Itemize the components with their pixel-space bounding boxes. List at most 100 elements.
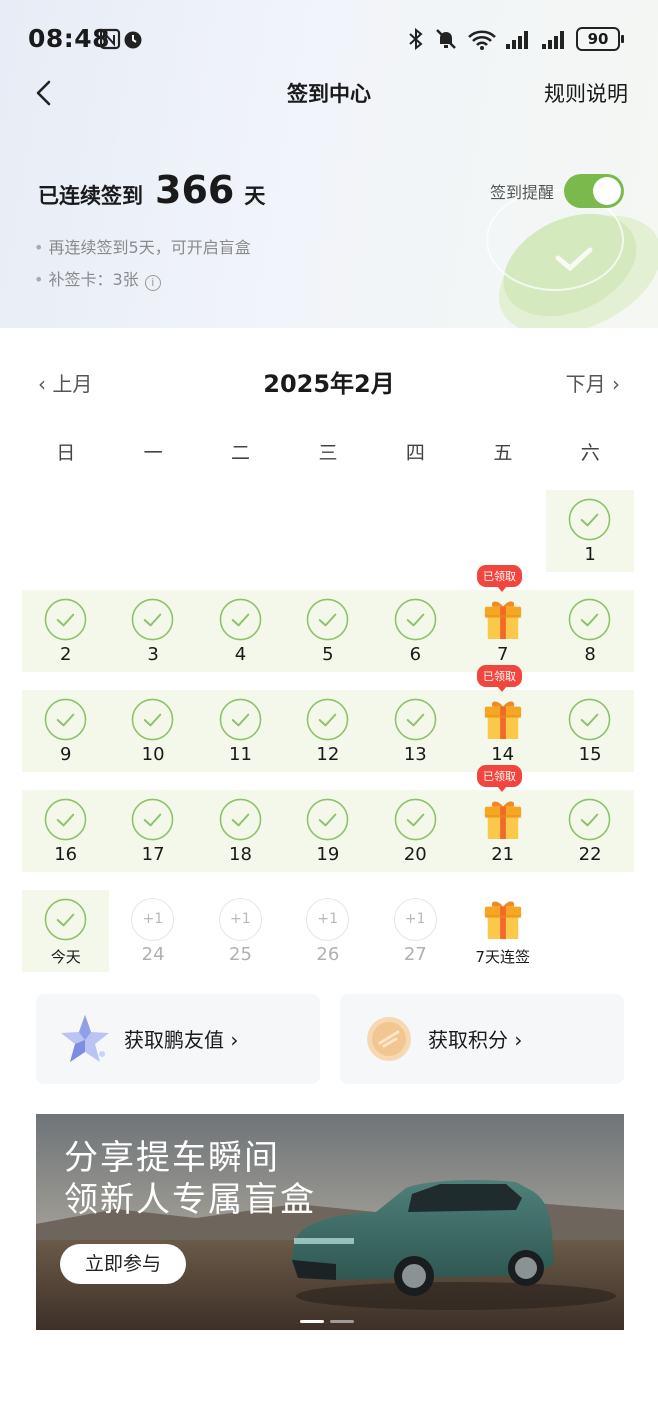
calendar-week-1: 1	[22, 490, 634, 572]
calendar-day-future[interactable]: +1 27	[372, 890, 459, 972]
calendar-day-checked[interactable]: 15	[546, 690, 633, 772]
checkmark-icon	[131, 598, 174, 641]
day-number: 7	[496, 644, 509, 665]
streak-days: 366	[155, 168, 235, 212]
status-time: 08:48	[28, 24, 111, 53]
get-points-card[interactable]: 获取积分 ›	[340, 994, 624, 1084]
info-icon[interactable]: i	[144, 275, 161, 291]
calendar-day-checked[interactable]: 2	[22, 590, 109, 672]
calendar-day-today[interactable]: 今天	[22, 890, 110, 972]
checkin-notes: 再连续签到5天，可开启盲盒 补签卡：3张 i	[34, 232, 251, 296]
checkmark-icon	[219, 698, 262, 741]
day-number: 13	[403, 744, 427, 765]
calendar-day-gift[interactable]: 已领取 21	[459, 765, 546, 872]
gift-icon	[482, 597, 524, 641]
calendar-day-checked[interactable]: 4	[197, 590, 284, 672]
note-blind-box-text: 再连续签到5天，可开启盲盒	[48, 238, 251, 257]
promo-banner[interactable]: 分享提车瞬间 领新人专属盲盒 立即参与	[36, 1114, 624, 1330]
checkmark-icon	[131, 798, 174, 841]
calendar-day-checked[interactable]: 17	[109, 790, 196, 872]
coin-icon	[367, 1017, 411, 1061]
navigation-bar: 签到中心 规则说明	[0, 72, 658, 116]
checkmark-icon	[219, 798, 262, 841]
calendar-day-checked[interactable]: 10	[109, 690, 196, 772]
checkmark-icon	[44, 598, 87, 641]
calendar-day-checked[interactable]: 9	[22, 690, 109, 772]
reminder-toggle[interactable]	[564, 174, 624, 208]
next-month-button[interactable]: 下月 ›	[566, 368, 620, 397]
weekday-sat: 六	[580, 442, 600, 464]
checkmark-icon	[568, 798, 611, 841]
calendar-day-gift[interactable]: 已领取 7	[459, 565, 546, 672]
toggle-knob	[593, 177, 621, 205]
checkmark-icon	[131, 698, 174, 741]
calendar-day-checked[interactable]: 16	[22, 790, 109, 872]
nfc-alarm-icon	[100, 28, 142, 50]
calendar-day-gift[interactable]: 已领取 14	[459, 665, 546, 772]
note-makeup-card: 补签卡：3张 i	[34, 264, 251, 296]
day-number: 16	[54, 844, 78, 865]
signal-icon-2	[542, 31, 564, 49]
calendar-day-checked[interactable]: 5	[284, 590, 371, 672]
calendar-day-checked[interactable]: 1	[546, 490, 634, 572]
status-bar: 08:48 90	[0, 0, 658, 80]
mute-bell-icon	[436, 29, 456, 49]
reminder-setting: 签到提醒	[490, 174, 624, 208]
join-now-button[interactable]: 立即参与	[60, 1244, 186, 1284]
calendar-day-future[interactable]: +1 26	[284, 890, 371, 972]
day-number: 22	[578, 844, 602, 865]
month-navigation: ‹ 上月 2025年2月 下月 ›	[0, 360, 658, 406]
day-number: 11	[229, 744, 252, 765]
banner-headline-2: 领新人专属盲盒	[64, 1180, 316, 1220]
get-friend-points-card[interactable]: 获取鹏友值 ›	[36, 994, 320, 1084]
claimed-badge: 已领取	[477, 765, 522, 792]
day-number: 27	[403, 944, 427, 965]
checkmark-icon	[394, 698, 437, 741]
calendar-day-checked[interactable]: 22	[546, 790, 633, 872]
calendar-day-checked[interactable]: 11	[197, 690, 284, 772]
day-number: 10	[141, 744, 165, 765]
checkmark-icon	[568, 698, 611, 741]
get-points-text: 获取积分	[428, 1028, 508, 1052]
plus-one-marker: +1	[218, 898, 262, 941]
month-title: 2025年2月	[263, 370, 395, 398]
checkmark-icon	[568, 598, 611, 641]
reward-cards: 获取鹏友值 › 获取积分 ›	[36, 994, 624, 1084]
plus-one-marker: +1	[393, 898, 437, 941]
calendar-day-future[interactable]: +1 25	[197, 890, 284, 972]
today-label: 今天	[50, 948, 81, 966]
gift-icon	[482, 697, 524, 741]
signal-icon-1	[506, 31, 528, 49]
calendar-day-checked[interactable]: 13	[372, 690, 459, 772]
calendar-day-checked[interactable]: 18	[197, 790, 284, 872]
plus-one-marker: +1	[306, 898, 350, 941]
day-number: 9	[59, 744, 72, 765]
day-number: 6	[409, 644, 422, 665]
day-number: 5	[322, 644, 334, 665]
chevron-right-icon: ›	[224, 1028, 239, 1052]
claimed-badge: 已领取	[477, 665, 522, 692]
reminder-label: 签到提醒	[489, 183, 554, 202]
calendar-day-checked[interactable]: 20	[372, 790, 459, 872]
weekday-header: 日 一 二 三 四 五 六	[22, 438, 634, 465]
crystal-star-icon	[61, 1015, 109, 1062]
weekday-sun: 日	[56, 442, 76, 464]
streak-reward-label: 7天连签	[475, 948, 530, 966]
calendar-day-checked[interactable]: 12	[284, 690, 371, 772]
calendar-day-checked[interactable]: 19	[284, 790, 371, 872]
calendar-day-checked[interactable]: 8	[546, 590, 633, 672]
calendar-day-streak-reward[interactable]: 7天连签	[459, 890, 546, 972]
calendar-day-checked[interactable]: 3	[109, 590, 196, 672]
day-number: 12	[316, 744, 340, 765]
streak-summary: 已连续签到 366 天	[38, 168, 265, 212]
day-number: 4	[234, 644, 247, 665]
chevron-right-icon: ›	[508, 1028, 523, 1052]
note-blind-box: 再连续签到5天，可开启盲盒	[34, 232, 251, 264]
rules-link[interactable]: 规则说明	[544, 78, 628, 108]
streak-unit: 天	[244, 184, 266, 208]
day-number: 26	[316, 944, 340, 965]
calendar-day-future[interactable]: +1 24	[109, 890, 196, 972]
calendar-day-checked[interactable]: 6	[372, 590, 459, 672]
day-number: 18	[229, 844, 252, 865]
checkmark-icon	[568, 498, 611, 541]
